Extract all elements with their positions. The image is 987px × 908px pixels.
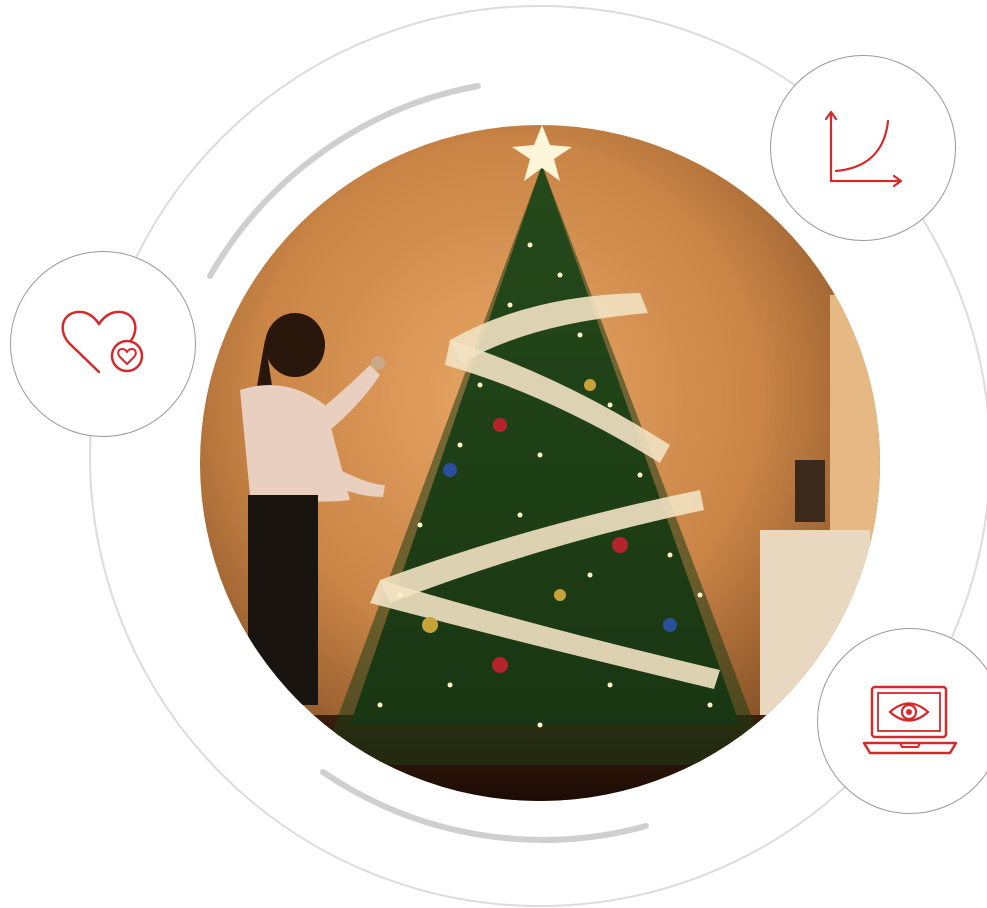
laptop-eye-icon [862, 685, 958, 755]
picture-frame [795, 460, 825, 522]
heart-badge [10, 251, 196, 437]
hero-illustration [0, 0, 987, 908]
heart-icon [61, 310, 144, 374]
christmas-tree-photo [200, 125, 880, 801]
growth-chart-badge [770, 55, 956, 241]
growth-chart-icon [824, 110, 903, 188]
